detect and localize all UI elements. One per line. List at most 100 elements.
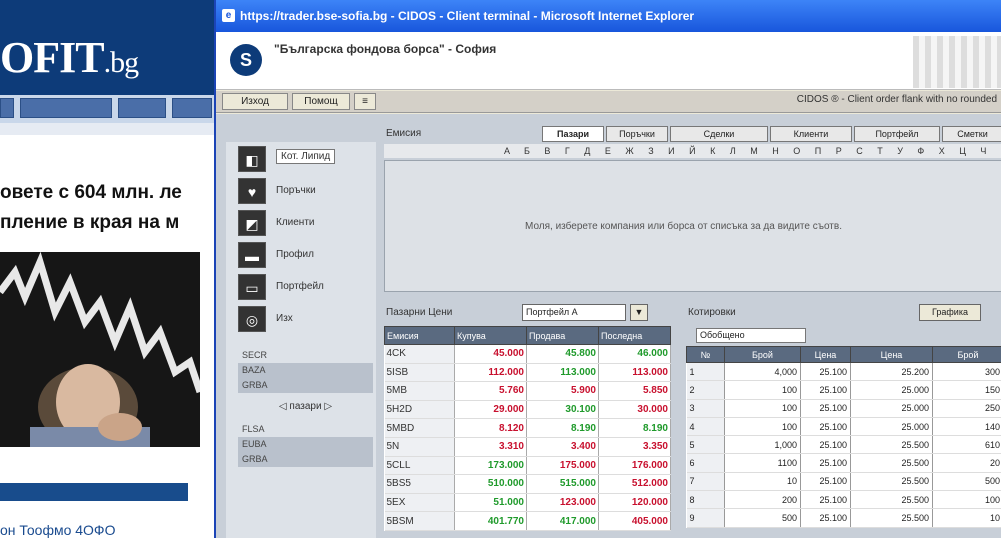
table-row[interactable]: 9 500 25.100 25.500 10 bbox=[686, 508, 1001, 528]
nav-item-profile[interactable]: ▬ Профил bbox=[238, 242, 368, 268]
ask-price-cell: 25.500 bbox=[850, 490, 933, 510]
news-photo[interactable] bbox=[0, 252, 200, 447]
nav-item-label: Изх bbox=[276, 313, 293, 324]
header-decoration bbox=[913, 36, 1001, 88]
order-book-table: № Брой Цена Цена Брой 1 4,000 25.100 25.200… bbox=[686, 346, 1001, 528]
nav-item-label: Кот. Липид bbox=[276, 149, 336, 164]
aggregation-select[interactable]: Обобщено bbox=[696, 328, 806, 343]
bse-logo-icon: S bbox=[230, 44, 262, 76]
table-row[interactable]: 4 100 25.100 25.000 140 bbox=[686, 417, 1001, 437]
tab-portfolio[interactable]: Портфейл bbox=[854, 126, 940, 142]
site-nav-item[interactable] bbox=[20, 98, 112, 118]
nav-item-portfolio[interactable]: ▭ Портфейл bbox=[238, 274, 368, 300]
column-header[interactable]: Брой bbox=[724, 346, 801, 363]
column-header[interactable]: № bbox=[686, 346, 725, 363]
app-title: "Българска фондова борса" - София bbox=[274, 42, 497, 56]
exit-button[interactable]: Изход bbox=[222, 93, 288, 110]
bid-price-cell: 25.100 bbox=[800, 453, 851, 473]
chevron-down-icon[interactable]: ▼ bbox=[630, 304, 648, 321]
window-title: https://trader.bse-sofia.bg - CIDOS - Cl… bbox=[240, 9, 695, 23]
nav-item-label: Профил bbox=[276, 249, 314, 260]
ask-price-cell: 25.500 bbox=[850, 435, 933, 455]
table-row[interactable]: 5BSM 401.770 417.000 405.000 bbox=[384, 511, 671, 531]
nav-item-exit[interactable]: ◎ Изх bbox=[238, 306, 368, 332]
site-nav-item[interactable] bbox=[172, 98, 212, 118]
ask-cell: 45.800 bbox=[526, 344, 599, 364]
bid-price-cell: 25.100 bbox=[800, 490, 851, 510]
symbol-cell: 5MB bbox=[384, 381, 455, 401]
column-header[interactable]: Цена bbox=[850, 346, 933, 363]
ask-cell: 417.000 bbox=[526, 511, 599, 531]
table-row[interactable]: 5 1,000 25.100 25.500 610 bbox=[686, 435, 1001, 455]
table-row[interactable]: 5ISB 112.000 113.000 113.000 bbox=[384, 363, 671, 383]
column-header[interactable]: Купува bbox=[454, 326, 527, 345]
nav-item-label: Поръчки bbox=[276, 185, 316, 196]
tab-clients[interactable]: Клиенти bbox=[770, 126, 852, 142]
help-button[interactable]: Помощ bbox=[292, 93, 350, 110]
table-row[interactable]: 5MB 5.760 5.900 5.850 bbox=[384, 381, 671, 401]
table-row[interactable]: 1 4,000 25.100 25.200 300 bbox=[686, 362, 1001, 382]
code-row[interactable]: FLSA bbox=[238, 422, 373, 437]
table-row[interactable]: 2 100 25.100 25.000 150 bbox=[686, 380, 1001, 400]
symbol-cell: 5CLL bbox=[384, 456, 455, 476]
ask-qty-cell: 300 bbox=[932, 362, 1001, 382]
column-header[interactable]: Последна bbox=[598, 326, 671, 345]
portfolio-select[interactable]: Портфейл А bbox=[522, 304, 626, 321]
column-header[interactable]: Емисия bbox=[384, 326, 455, 345]
arrow-right-icon[interactable]: ▷ bbox=[324, 401, 332, 412]
bid-price-cell: 25.100 bbox=[800, 508, 851, 528]
index-cell: 5 bbox=[686, 435, 725, 455]
tab-trades[interactable]: Сделки bbox=[670, 126, 768, 142]
index-cell: 6 bbox=[686, 453, 725, 473]
menu-icon[interactable]: ≡ bbox=[354, 93, 376, 110]
table-row[interactable]: 5MBD 8.120 8.190 8.190 bbox=[384, 418, 671, 438]
arrow-left-icon[interactable]: ◁ bbox=[279, 401, 287, 412]
last-cell: 30.000 bbox=[598, 400, 671, 420]
site-nav-item[interactable] bbox=[0, 98, 14, 118]
tab-markets[interactable]: Пазари bbox=[542, 126, 604, 142]
symbol-cell: 5BS5 bbox=[384, 474, 455, 494]
tab-orders[interactable]: Поръчки bbox=[606, 126, 668, 142]
site-nav-item[interactable] bbox=[118, 98, 166, 118]
table-row[interactable]: 6 1100 25.100 25.500 20 bbox=[686, 453, 1001, 473]
column-header[interactable]: Продава bbox=[526, 326, 599, 345]
instrument-panel: Емисия Пазари Поръчки Сделки Клиенти Пор… bbox=[384, 126, 1001, 296]
table-row[interactable]: 5CLL 173.000 175.000 176.000 bbox=[384, 456, 671, 476]
site-subbar bbox=[0, 123, 230, 135]
table-row[interactable]: 4CK 45.000 45.800 46.000 bbox=[384, 344, 671, 364]
window-titlebar[interactable]: e https://trader.bse-sofia.bg - CIDOS - … bbox=[216, 0, 1001, 32]
chart-button[interactable]: Графика bbox=[919, 304, 981, 321]
table-row[interactable]: 5N 3.310 3.400 3.350 bbox=[384, 437, 671, 457]
tab-accounts[interactable]: Сметки bbox=[942, 126, 1001, 142]
nav-item-label: Клиенти bbox=[276, 217, 315, 228]
table-row[interactable]: 5H2D 29.000 30.100 30.000 bbox=[384, 400, 671, 420]
market-nav[interactable]: ◁ пазари ▷ bbox=[238, 398, 373, 416]
site-article-link[interactable]: он Тоофмо 4ОФО bbox=[0, 522, 115, 538]
table-row[interactable]: 3 100 25.100 25.000 250 bbox=[686, 399, 1001, 418]
ask-cell: 175.000 bbox=[526, 456, 599, 476]
nav-item-orders[interactable]: ♥ Поръчки bbox=[238, 178, 368, 204]
table-row[interactable]: 7 10 25.100 25.500 500 bbox=[686, 472, 1001, 492]
last-cell: 176.000 bbox=[598, 456, 671, 476]
column-header[interactable]: Цена bbox=[800, 346, 851, 363]
ask-qty-cell: 100 bbox=[932, 490, 1001, 510]
symbol-cell: 5N bbox=[384, 437, 455, 457]
site-headline[interactable]: овете с 604 млн. ле пление в края на м bbox=[0, 178, 230, 238]
code-row[interactable]: EUBA bbox=[238, 437, 373, 452]
last-cell: 3.350 bbox=[598, 437, 671, 457]
table-header-row: № Брой Цена Цена Брой bbox=[686, 346, 1001, 363]
code-row[interactable]: GRBA bbox=[238, 452, 373, 467]
table-row[interactable]: 8 200 25.100 25.500 100 bbox=[686, 490, 1001, 510]
code-row[interactable]: SECR bbox=[238, 348, 373, 363]
nav-item-clients[interactable]: ◩ Клиенти bbox=[238, 210, 368, 236]
code-row[interactable]: GRBA bbox=[238, 378, 373, 393]
site-logo[interactable]: OFIT.bg bbox=[0, 32, 139, 83]
table-row[interactable]: 5EX 51.000 123.000 120.000 bbox=[384, 493, 671, 513]
table-row[interactable]: 5BS5 510.000 515.000 512.000 bbox=[384, 474, 671, 494]
code-row[interactable]: BAZA bbox=[238, 363, 373, 378]
bid-cell: 112.000 bbox=[454, 363, 527, 383]
bid-cell: 401.770 bbox=[454, 511, 527, 531]
nav-item-quotes[interactable]: ◧ Кот. Липид bbox=[238, 146, 368, 172]
column-header[interactable]: Брой bbox=[932, 346, 1001, 363]
alphabet-filter[interactable]: A Б В Г Д Е Ж З И Й К Л М Н О П Р С Т У … bbox=[384, 144, 1001, 158]
